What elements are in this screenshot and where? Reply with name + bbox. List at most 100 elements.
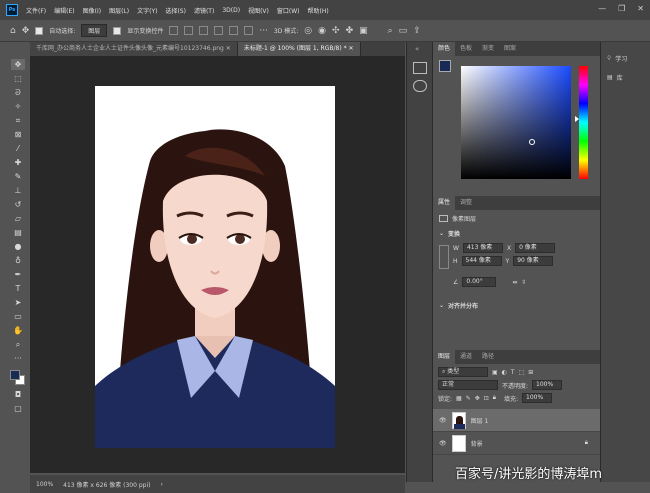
opacity-field[interactable]: 100% bbox=[532, 380, 563, 390]
eraser-tool-icon[interactable]: ▱ bbox=[11, 213, 25, 224]
search-icon[interactable]: ⌕ bbox=[388, 26, 393, 36]
collapse-arrows-icon[interactable]: « bbox=[407, 42, 432, 56]
lock-all-icon[interactable]: 🔒︎ bbox=[493, 394, 496, 402]
menu-view[interactable]: 视图(V) bbox=[244, 6, 273, 15]
fill-field[interactable]: 100% bbox=[522, 393, 553, 403]
crop-tool-icon[interactable]: ⌗ bbox=[11, 115, 25, 126]
3d-slide-icon[interactable]: ✤ bbox=[346, 26, 354, 36]
tab-color[interactable]: 颜色 bbox=[433, 42, 456, 56]
menu-window[interactable]: 窗口(W) bbox=[273, 6, 304, 15]
lock-position-icon[interactable]: ✥ bbox=[475, 395, 480, 402]
path-selection-tool-icon[interactable]: ➤ bbox=[11, 297, 25, 308]
home-icon[interactable]: ⌂ bbox=[10, 26, 16, 36]
color-picker-field[interactable] bbox=[461, 66, 571, 179]
3d-pan-icon[interactable]: ✣ bbox=[332, 26, 340, 36]
lock-image-icon[interactable]: ✎ bbox=[466, 395, 471, 402]
menu-edit[interactable]: 编辑(E) bbox=[50, 6, 78, 15]
angle-field[interactable]: 0.00° bbox=[462, 277, 497, 287]
minimize-button[interactable]: — bbox=[598, 4, 606, 13]
healing-brush-tool-icon[interactable]: ✚ bbox=[11, 157, 25, 168]
filter-kind-dropdown[interactable]: ⌕ 类型 bbox=[438, 367, 488, 377]
status-arrow-icon[interactable]: › bbox=[160, 481, 162, 488]
more-options-icon[interactable]: ··· bbox=[259, 26, 268, 36]
menu-3d[interactable]: 3D(D) bbox=[218, 7, 244, 14]
workspace-icon[interactable]: ▭ bbox=[399, 26, 408, 36]
visibility-eye-icon[interactable]: 👁︎ bbox=[439, 417, 447, 424]
history-icon[interactable] bbox=[413, 62, 427, 74]
filter-adjust-icon[interactable]: ◐ bbox=[502, 369, 507, 376]
screen-mode-icon[interactable]: ▢ bbox=[11, 403, 25, 414]
show-transform-checkbox[interactable] bbox=[113, 26, 122, 35]
more-tools-icon[interactable]: ··· bbox=[11, 353, 25, 364]
hue-slider-handle[interactable] bbox=[575, 116, 579, 122]
menu-filter[interactable]: 滤镜(T) bbox=[190, 6, 218, 15]
tab-channels[interactable]: 通道 bbox=[455, 350, 477, 364]
tab-adjustments[interactable]: 调整 bbox=[455, 196, 477, 210]
blend-mode-dropdown[interactable]: 正常 bbox=[438, 380, 498, 390]
width-field[interactable]: 413 像素 bbox=[462, 243, 503, 253]
lock-transparent-icon[interactable]: ▦ bbox=[456, 395, 462, 402]
flip-horizontal-icon[interactable]: ⇹ bbox=[512, 279, 517, 286]
color-picker-cursor[interactable] bbox=[529, 139, 535, 145]
brush-tool-icon[interactable]: ✎ bbox=[11, 171, 25, 182]
3d-roll-icon[interactable]: ◉ bbox=[318, 26, 326, 36]
marquee-tool-icon[interactable]: ⬚ bbox=[11, 73, 25, 84]
pen-tool-icon[interactable]: ✒ bbox=[11, 269, 25, 280]
flip-vertical-icon[interactable]: ⇳ bbox=[521, 279, 526, 286]
move-tool-icon[interactable]: ✥ bbox=[11, 59, 25, 70]
gradient-tool-icon[interactable]: ▤ bbox=[11, 227, 25, 238]
learn-button[interactable]: 💡︎ 学习 bbox=[601, 42, 650, 64]
tab-properties[interactable]: 属性 bbox=[433, 196, 456, 210]
brush-panel-icon[interactable] bbox=[413, 80, 427, 92]
layer-row-background[interactable]: 👁︎ 背景 🔒︎ bbox=[433, 432, 600, 455]
tab-swatches[interactable]: 色板 bbox=[455, 42, 477, 56]
eyedropper-tool-icon[interactable]: ⁄ bbox=[11, 143, 25, 154]
menu-image[interactable]: 图像(I) bbox=[79, 6, 105, 15]
clone-stamp-tool-icon[interactable]: ⊥ bbox=[11, 185, 25, 196]
menu-select[interactable]: 选择(S) bbox=[161, 6, 190, 15]
rectangle-tool-icon[interactable]: ▭ bbox=[11, 311, 25, 322]
menu-file[interactable]: 文件(F) bbox=[22, 6, 50, 15]
hand-tool-icon[interactable]: ✋ bbox=[11, 325, 25, 336]
dodge-tool-icon[interactable]: ♁ bbox=[11, 255, 25, 266]
link-dimensions-icon[interactable] bbox=[439, 245, 449, 269]
auto-select-checkbox[interactable] bbox=[35, 26, 44, 35]
menu-type[interactable]: 文字(Y) bbox=[133, 6, 161, 15]
auto-select-target-dropdown[interactable]: 图层 bbox=[81, 24, 108, 37]
align-right-icon[interactable] bbox=[244, 26, 254, 35]
frame-tool-icon[interactable]: ⊠ bbox=[11, 129, 25, 140]
align-vcenter-icon[interactable] bbox=[184, 26, 194, 35]
tab-source-png[interactable]: 千库网_办公商务人士企业人士证件头像头像_元素编号10123746.png ✕ bbox=[30, 42, 238, 56]
panel-foreground-swatch[interactable] bbox=[439, 60, 451, 72]
lock-artboard-icon[interactable]: ⊡ bbox=[484, 395, 489, 402]
y-field[interactable]: 90 像素 bbox=[513, 256, 554, 266]
align-top-icon[interactable] bbox=[169, 26, 179, 35]
3d-orbit-icon[interactable]: ◎ bbox=[304, 26, 312, 36]
magic-wand-tool-icon[interactable]: ✧ bbox=[11, 101, 25, 112]
layer-row-layer-1[interactable]: 👁︎ 图层 1 bbox=[433, 409, 600, 432]
tab-patterns[interactable]: 图案 bbox=[499, 42, 521, 56]
filter-smart-icon[interactable]: ⊞ bbox=[528, 369, 533, 376]
lasso-tool-icon[interactable]: ᘐ bbox=[11, 87, 25, 98]
tab-layers[interactable]: 图层 bbox=[433, 350, 456, 364]
close-button[interactable]: ✕ bbox=[637, 4, 644, 13]
tab-paths[interactable]: 路径 bbox=[477, 350, 499, 364]
tab-untitled-1[interactable]: 未标题-1 @ 100% (图层 1, RGB/8) * ✕ bbox=[237, 42, 361, 56]
filter-shape-icon[interactable]: ⬚ bbox=[519, 369, 525, 376]
zoom-level[interactable]: 100% bbox=[36, 481, 53, 488]
filter-type-icon[interactable]: T bbox=[511, 369, 515, 376]
chevron-down-icon[interactable]: ⌄ bbox=[439, 230, 444, 237]
chevron-down-icon[interactable]: ⌄ bbox=[439, 302, 444, 309]
color-swatches[interactable] bbox=[10, 370, 26, 386]
share-icon[interactable]: ⇪ bbox=[413, 26, 421, 36]
filter-pixel-icon[interactable]: ▣ bbox=[492, 369, 498, 376]
menu-help[interactable]: 帮助(H) bbox=[304, 6, 333, 15]
history-brush-tool-icon[interactable]: ↺ bbox=[11, 199, 25, 210]
x-field[interactable]: 0 像素 bbox=[515, 243, 556, 253]
align-hcenter-icon[interactable] bbox=[229, 26, 239, 35]
move-tool-icon[interactable]: ✥ bbox=[22, 26, 30, 36]
zoom-tool-icon[interactable]: ⌕ bbox=[11, 339, 25, 350]
artboard-portrait[interactable] bbox=[95, 86, 335, 448]
maximize-button[interactable]: ❐ bbox=[618, 4, 625, 13]
foreground-color-swatch[interactable] bbox=[10, 370, 20, 380]
